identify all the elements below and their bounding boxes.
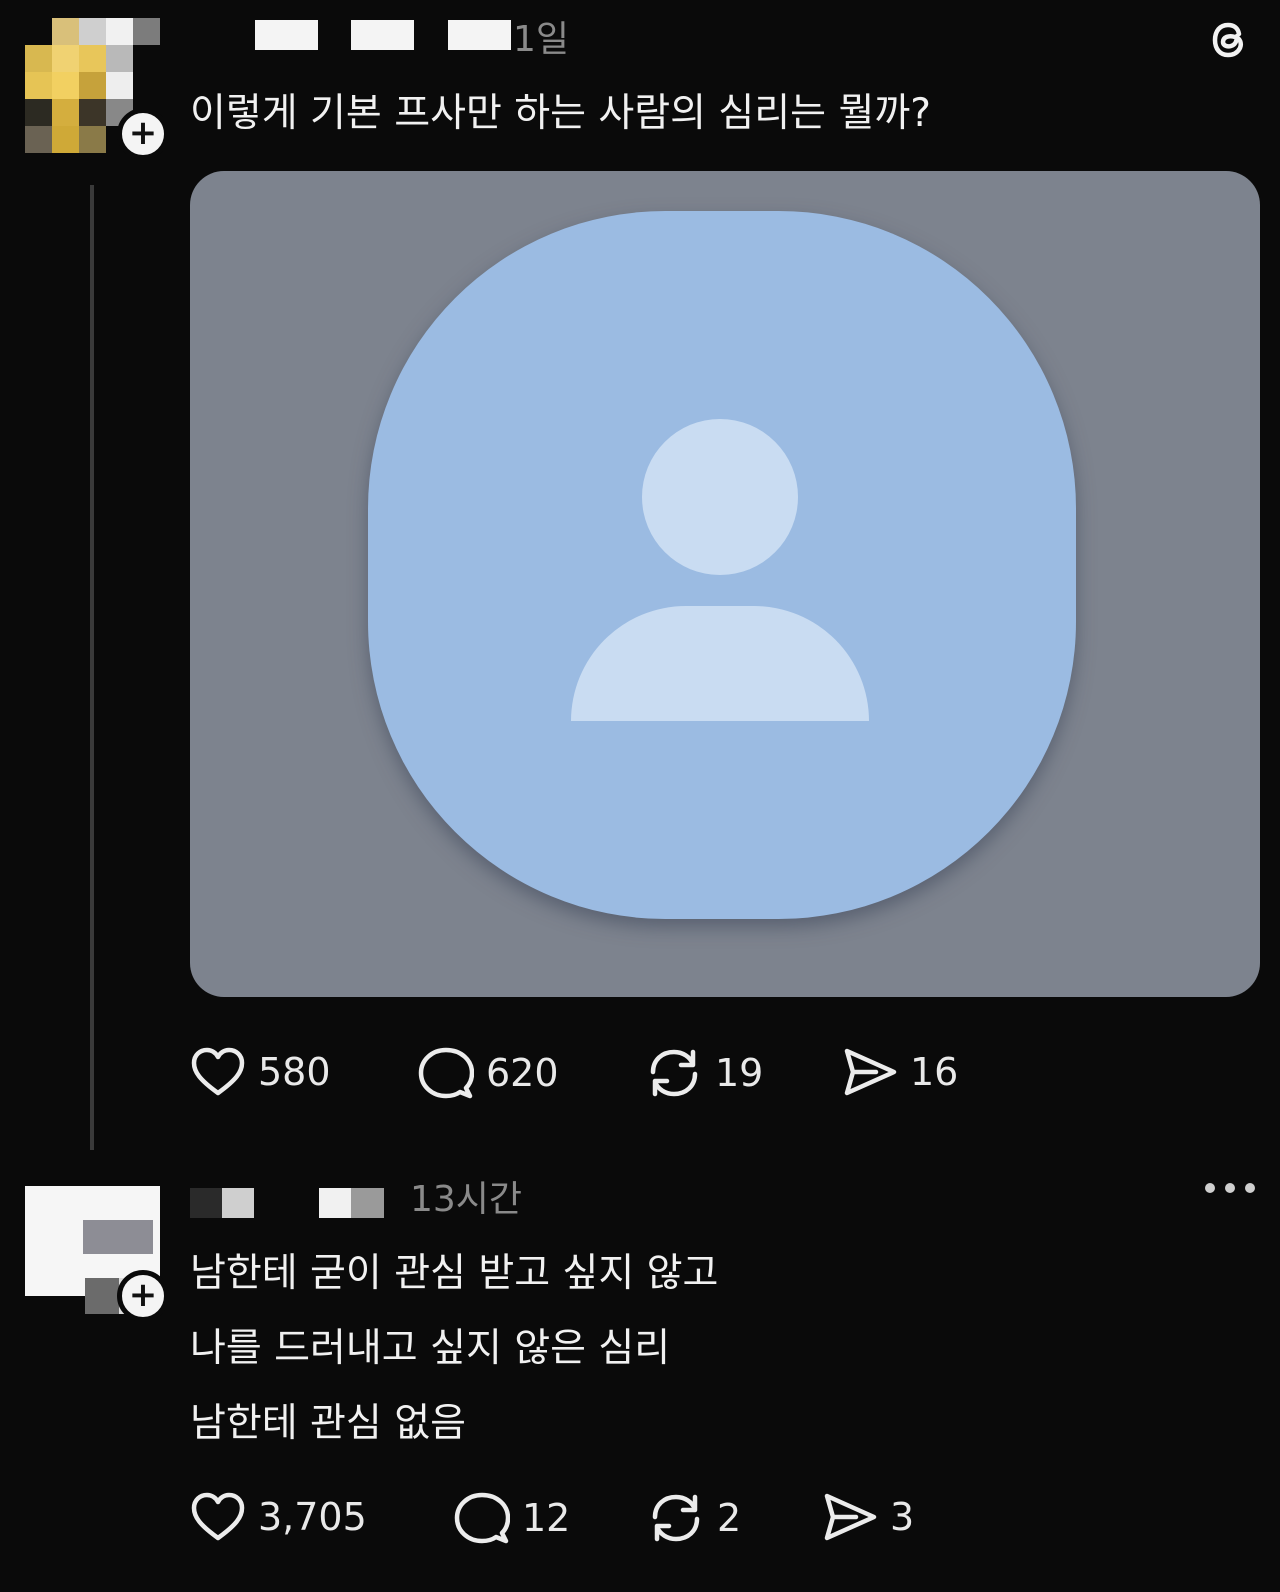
more-dots-icon[interactable] [1205, 1183, 1255, 1193]
like-count: 3,705 [258, 1495, 367, 1539]
reply-timestamp: 13시간 [410, 1179, 523, 1220]
reply-text-line: 나를 드러내고 싶지 않은 심리 [190, 1326, 671, 1371]
redacted-username [222, 1188, 254, 1218]
redacted-username [255, 20, 318, 50]
comment-count: 620 [486, 1051, 559, 1095]
person-head [642, 419, 798, 575]
comment-button[interactable]: 620 [418, 1046, 559, 1100]
heart-icon [191, 1047, 245, 1096]
follow-plus-icon[interactable]: + [117, 1270, 169, 1322]
comment-count: 12 [522, 1496, 571, 1540]
threads-logo-icon[interactable] [1203, 14, 1255, 66]
redacted-username [190, 1188, 222, 1218]
repost-count: 19 [715, 1051, 764, 1095]
repost-icon [652, 1494, 700, 1542]
like-count: 580 [258, 1050, 331, 1094]
redacted-username [351, 1188, 384, 1218]
repost-icon [650, 1049, 698, 1097]
repost-button[interactable]: 19 [645, 1046, 763, 1100]
comment-button[interactable]: 12 [454, 1491, 570, 1545]
repost-button[interactable]: 2 [647, 1491, 741, 1545]
share-button[interactable]: 16 [842, 1046, 958, 1098]
comment-bubble-icon [454, 1492, 510, 1544]
post-timestamp: 1일 [513, 19, 570, 60]
thread-connector-line [90, 185, 94, 1150]
reply-text-line: 남한테 관심 없음 [190, 1401, 466, 1446]
share-count: 3 [890, 1495, 915, 1539]
share-button[interactable]: 3 [822, 1491, 914, 1543]
post-image[interactable] [190, 171, 1260, 997]
reply-text-line: 남한테 굳이 관심 받고 싶지 않고 [190, 1251, 719, 1296]
send-icon [844, 1048, 897, 1096]
redacted-username [319, 1188, 351, 1218]
follow-plus-icon[interactable]: + [117, 108, 169, 160]
default-profile-person-icon [368, 211, 1076, 919]
send-icon [824, 1493, 877, 1541]
redacted-username [448, 20, 511, 50]
repost-count: 2 [717, 1496, 742, 1540]
comment-bubble-icon [418, 1047, 474, 1099]
person-body [571, 606, 869, 721]
like-button[interactable]: 3,705 [190, 1491, 367, 1543]
post-text: 이렇게 기본 프사만 하는 사람의 심리는 뭘까? [190, 91, 931, 136]
heart-icon [191, 1492, 245, 1541]
like-button[interactable]: 580 [190, 1046, 331, 1098]
share-count: 16 [910, 1050, 959, 1094]
redacted-username [351, 20, 414, 50]
